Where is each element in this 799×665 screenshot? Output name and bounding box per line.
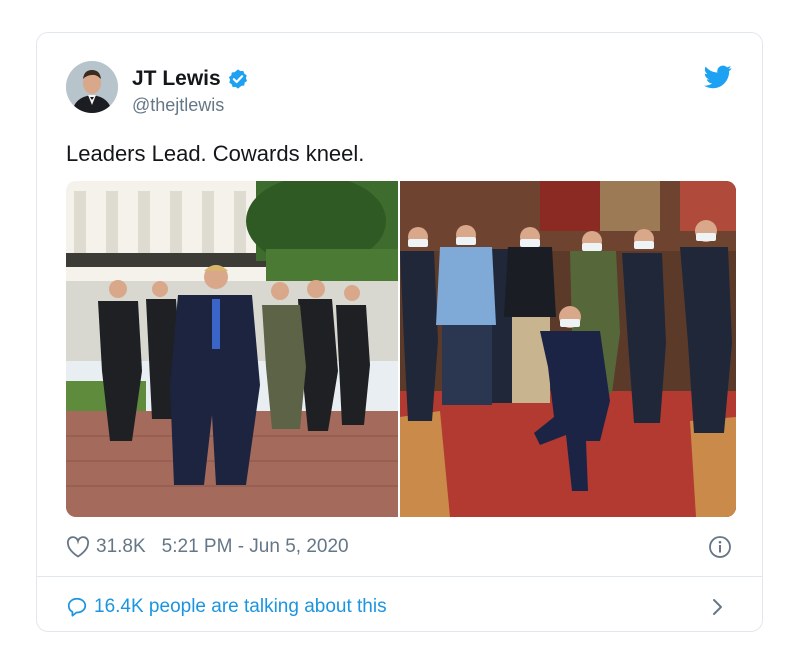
tweet-meta-row: 31.8K 5:21 PM - Jun 5, 2020 bbox=[66, 533, 732, 561]
photo-right-image bbox=[400, 181, 736, 517]
tweet-photo-right[interactable] bbox=[400, 181, 736, 517]
twitter-bird-icon[interactable] bbox=[704, 65, 732, 89]
heart-icon[interactable] bbox=[66, 536, 90, 558]
conversation-text[interactable]: 16.4K people are talking about this bbox=[94, 596, 387, 618]
verified-badge-icon bbox=[228, 69, 247, 89]
tweet-header: JT Lewis @thejtlewis bbox=[66, 61, 732, 121]
author-handle[interactable]: @thejtlewis bbox=[132, 95, 224, 116]
embedded-tweet-card[interactable]: JT Lewis @thejtlewis Leaders Lead. Cowar… bbox=[36, 32, 763, 632]
tweet-text: Leaders Lead. Cowards kneel. bbox=[66, 141, 365, 166]
photo-left-image bbox=[66, 181, 398, 517]
conversation-link[interactable]: 16.4K people are talking about this bbox=[66, 593, 732, 621]
tweet-photo-left[interactable] bbox=[66, 181, 398, 517]
card-divider bbox=[37, 576, 762, 577]
speech-bubble-icon bbox=[67, 597, 87, 617]
tweet-media[interactable] bbox=[66, 181, 736, 517]
author-avatar[interactable] bbox=[66, 61, 118, 113]
like-count[interactable]: 31.8K bbox=[96, 536, 146, 558]
chevron-right-icon[interactable] bbox=[710, 597, 724, 617]
info-icon[interactable] bbox=[708, 535, 732, 559]
tweet-timestamp[interactable]: 5:21 PM - Jun 5, 2020 bbox=[162, 536, 349, 558]
author-name-row[interactable]: JT Lewis bbox=[132, 67, 249, 91]
author-name[interactable]: JT Lewis bbox=[132, 67, 221, 91]
